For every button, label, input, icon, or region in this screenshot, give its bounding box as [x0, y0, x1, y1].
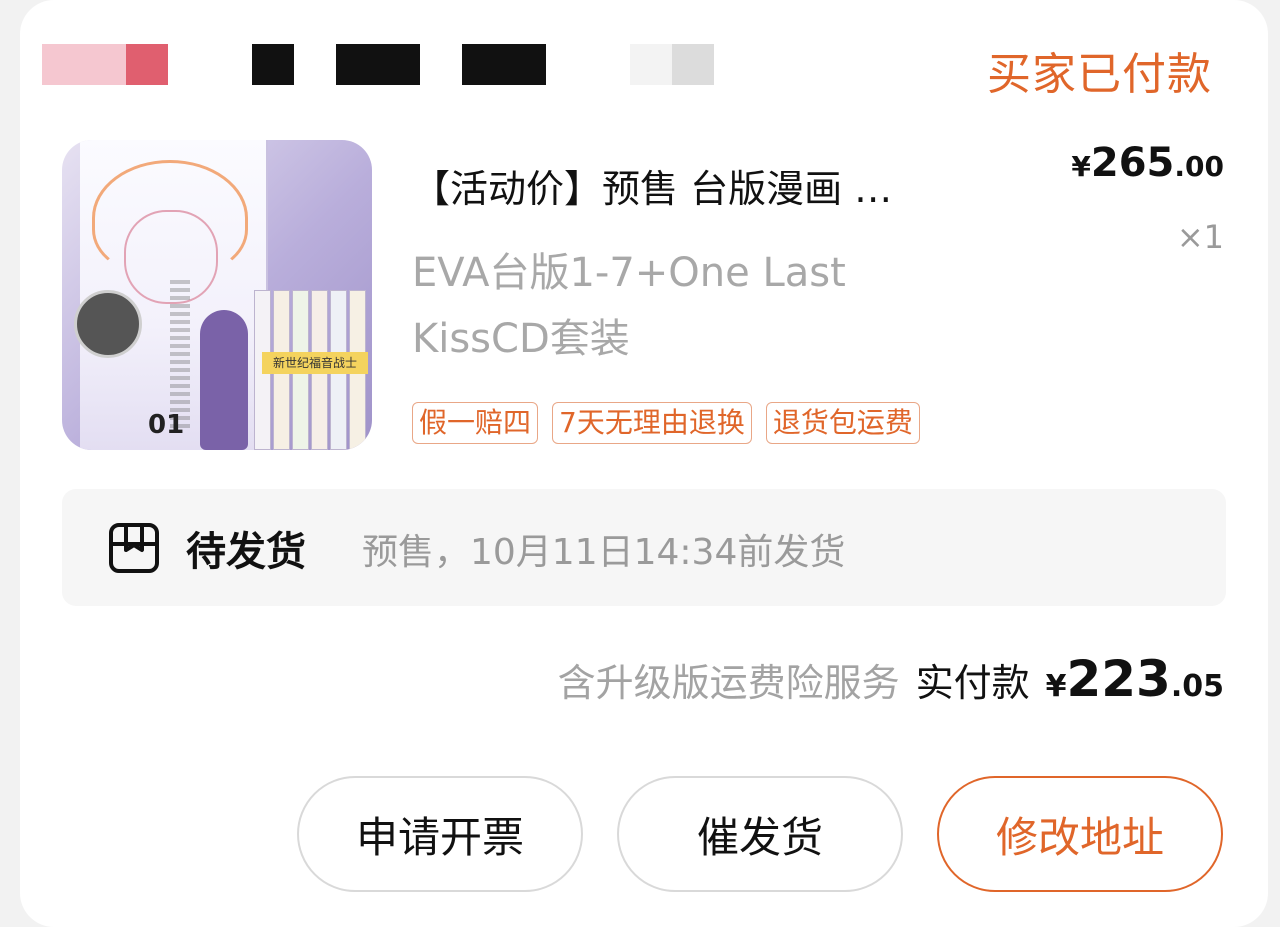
redaction-block — [126, 44, 168, 85]
redaction-block — [462, 44, 546, 85]
cd-disc — [74, 290, 142, 358]
volume-number: 01 — [148, 410, 185, 440]
service-tag: 退货包运费 — [765, 402, 920, 444]
service-tag: 7天无理由退换 — [552, 402, 752, 444]
redaction-block — [42, 44, 126, 85]
edit-address-button[interactable]: 修改地址 — [937, 776, 1223, 892]
shipping-status-bar[interactable]: 待发货 预售，10月11日14:34前发货 — [62, 489, 1226, 606]
price-decimal: .00 — [1174, 150, 1224, 183]
redaction-block — [252, 44, 294, 85]
insurance-note: 含升级版运费险服务 — [557, 661, 900, 705]
request-invoice-button[interactable]: 申请开票 — [297, 776, 583, 892]
paid-currency: ¥ — [1045, 669, 1067, 704]
paid-amount: ¥223.05 — [1046, 650, 1224, 708]
price-integer: 265 — [1090, 140, 1175, 186]
product-title[interactable]: 【活动价】预售 台版漫画 … — [412, 158, 1032, 213]
paid-label: 实付款 — [915, 661, 1030, 705]
service-tag: 假一赔四 — [412, 402, 539, 444]
price-currency: ¥ — [1071, 150, 1091, 183]
product-quantity: ×1 — [1176, 218, 1224, 256]
paid-integer: 223 — [1066, 650, 1171, 708]
redaction-block — [336, 44, 420, 85]
urge-shipment-button[interactable]: 催发货 — [617, 776, 903, 892]
payment-summary: 含升级版运费险服务 实付款 ¥223.05 — [558, 650, 1224, 708]
product-price: ¥265.00 — [1071, 140, 1224, 186]
product-thumbnail[interactable]: 01 新世纪福音战士 — [62, 140, 372, 450]
shipping-status: 待发货 — [186, 529, 306, 575]
service-tags: 假一赔四 7天无理由退换 退货包运费 — [412, 402, 920, 444]
cover-title-text — [170, 280, 190, 430]
pilot-figure — [200, 310, 248, 450]
redaction-block — [672, 44, 714, 85]
product-variant: EVA台版1-7+One Last KissCD套装 — [412, 250, 846, 362]
order-status: 买家已付款 — [987, 49, 1212, 100]
redaction-block — [630, 44, 672, 85]
package-icon — [109, 523, 159, 573]
paid-decimal: .05 — [1170, 669, 1224, 704]
series-band: 新世纪福音战士 — [262, 352, 368, 374]
shipping-description: 预售，10月11日14:34前发货 — [362, 532, 846, 573]
